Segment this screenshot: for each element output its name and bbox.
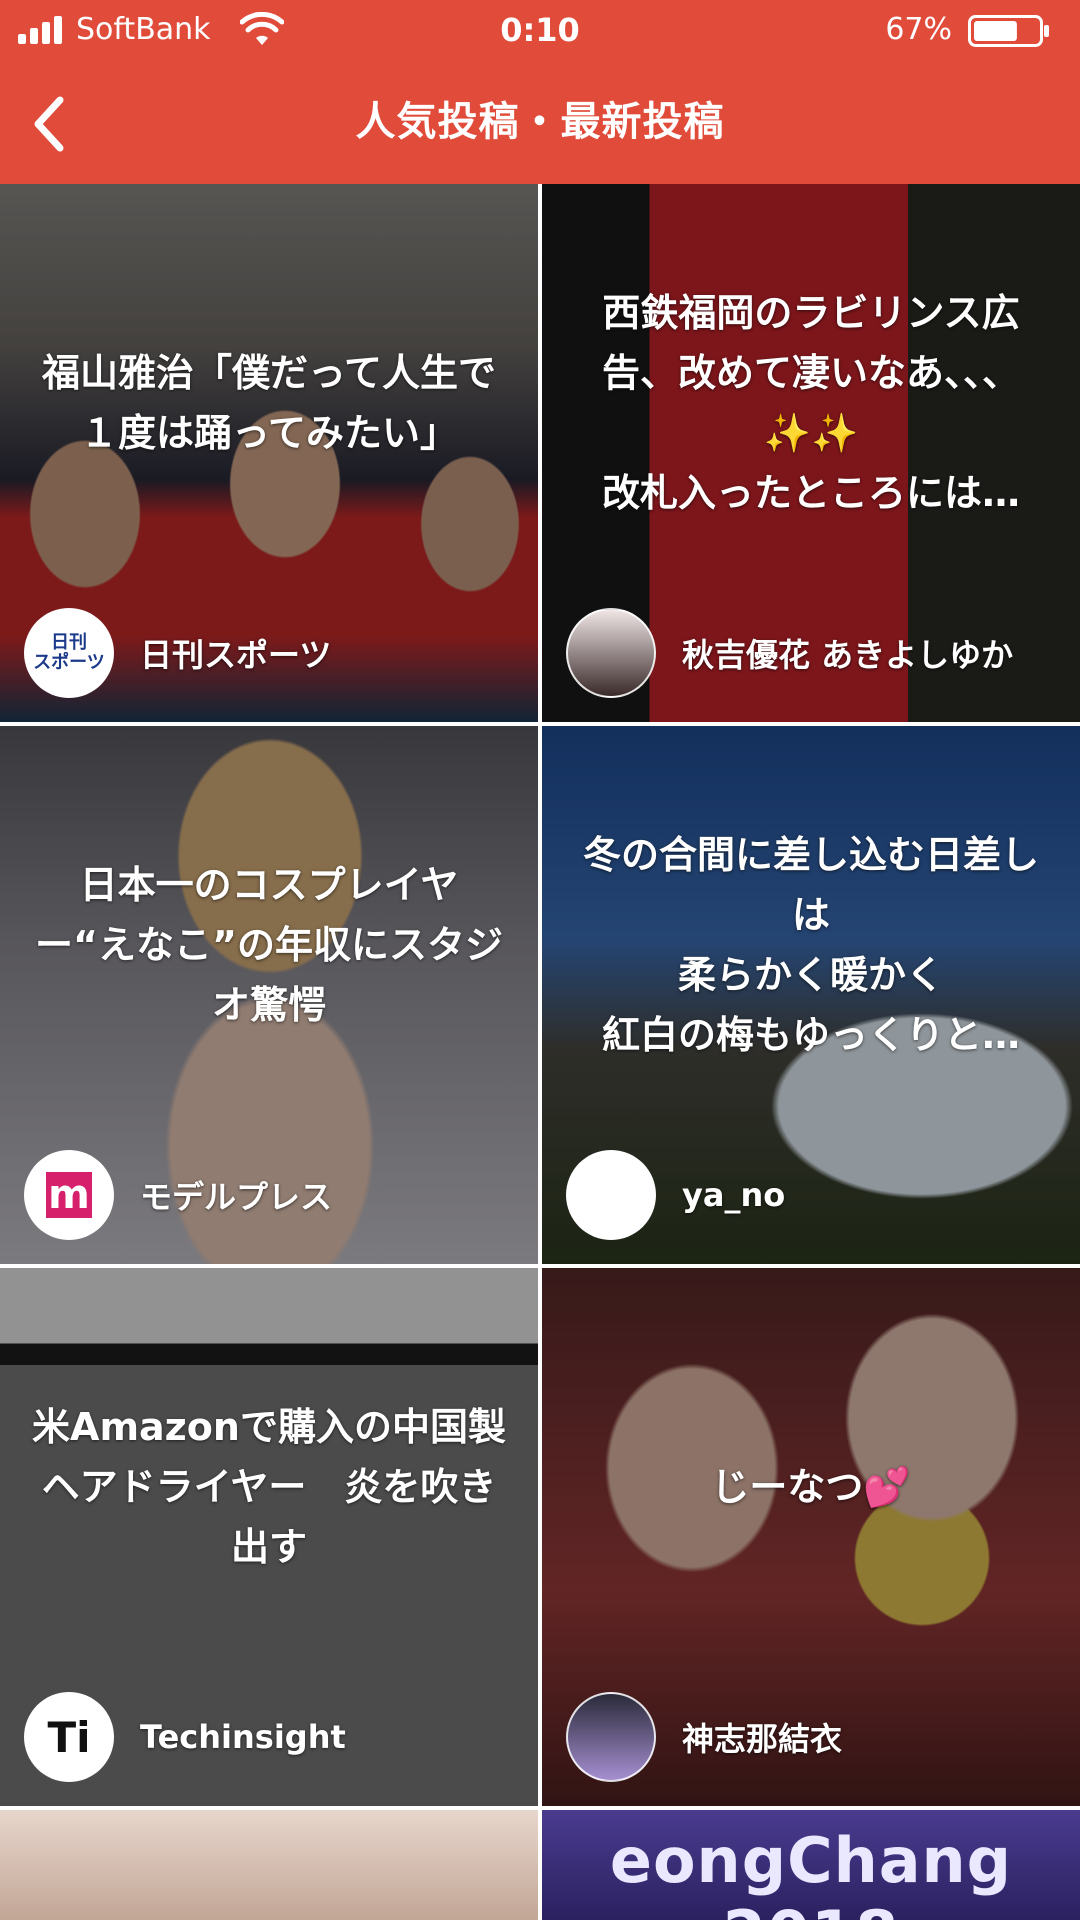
author-name: ya_no	[682, 1176, 786, 1214]
post-text: 冬の合間に差し込む日差しは 柔らかく暖かく 紅白の梅もゆっくりと…	[582, 833, 1039, 1057]
post-card[interactable]: 米Amazonで購入の中国製ヘアドライヤー 炎を吹き出す Ti Techinsi…	[0, 1268, 538, 1806]
post-author[interactable]: 神志那結衣	[566, 1692, 842, 1782]
post-author[interactable]: m モデルプレス	[24, 1150, 332, 1240]
status-bar: SoftBank 0:10 67%	[0, 0, 1080, 60]
post-author[interactable]: ya_no	[566, 1150, 785, 1240]
avatar	[566, 1150, 656, 1240]
post-text: 日本一のコスプレイヤー“えなこ”の年収にスタジオ驚愕	[35, 863, 503, 1027]
avatar: 日刊 スポーツ	[24, 608, 114, 698]
author-name: 神志那結衣	[682, 1720, 843, 1758]
post-author[interactable]: 秋吉優花 あきよしゆか	[566, 608, 1013, 698]
post-card[interactable]	[0, 1810, 538, 1920]
avatar: m	[24, 1150, 114, 1240]
post-text: じーなつ💕	[711, 1465, 911, 1509]
post-card[interactable]: 西鉄福岡のラビリンス広告、改めて凄いなあ、、、✨✨ 改札入ったところには… 秋吉…	[542, 184, 1080, 722]
page-title: 人気投稿・最新投稿	[355, 99, 725, 145]
post-card[interactable]: 福山雅治「僕だって人生で１度は踊ってみたい」 日刊 スポーツ 日刊スポーツ	[0, 184, 538, 722]
post-text: 福山雅治「僕だって人生で１度は踊ってみたい」	[41, 351, 497, 455]
post-image-banner-text: eongChang 2018	[609, 1824, 1013, 1920]
post-card[interactable]: 日本一のコスプレイヤー“えなこ”の年収にスタジオ驚愕 m モデルプレス	[0, 726, 538, 1264]
post-card[interactable]: eongChang 2018	[542, 1810, 1080, 1920]
post-author[interactable]: Ti Techinsight	[24, 1692, 346, 1782]
avatar	[566, 608, 656, 698]
post-card[interactable]: 冬の合間に差し込む日差しは 柔らかく暖かく 紅白の梅もゆっくりと… ya_no	[542, 726, 1080, 1264]
avatar-logo: 日刊 スポーツ	[33, 632, 105, 673]
avatar	[566, 1692, 656, 1782]
post-card[interactable]: じーなつ💕 神志那結衣	[542, 1268, 1080, 1806]
battery-icon	[968, 15, 1049, 47]
avatar-logo: m	[46, 1172, 92, 1218]
avatar-logo: Ti	[47, 1712, 91, 1762]
post-text: 米Amazonで購入の中国製ヘアドライヤー 炎を吹き出す	[32, 1405, 506, 1569]
nav-header: 人気投稿・最新投稿	[0, 60, 1080, 184]
author-name: Techinsight	[140, 1718, 346, 1756]
post-author[interactable]: 日刊 スポーツ 日刊スポーツ	[24, 608, 331, 698]
author-name: 日刊スポーツ	[140, 636, 332, 674]
post-image	[0, 1810, 538, 1920]
post-text: 西鉄福岡のラビリンス広告、改めて凄いなあ、、、✨✨ 改札入ったところには…	[601, 291, 1020, 515]
author-name: 秋吉優花 あきよしゆか	[682, 636, 1014, 674]
battery-percent: 67%	[885, 12, 952, 47]
author-name: モデルプレス	[140, 1178, 333, 1216]
avatar: Ti	[24, 1692, 114, 1782]
